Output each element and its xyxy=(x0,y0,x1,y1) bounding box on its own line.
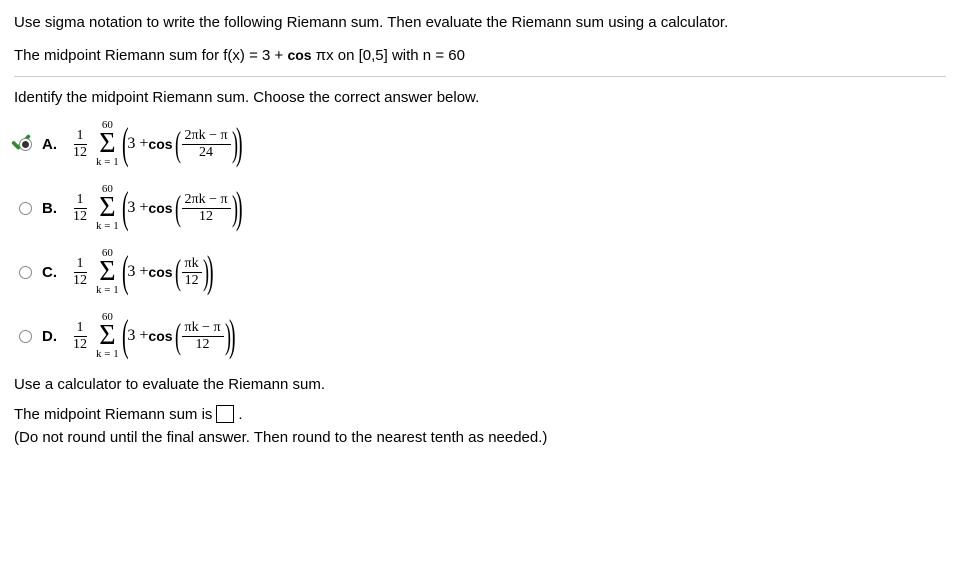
option-d[interactable]: D. 112 60Σk = 1 ( 3 + cos ( πk − π12 ) ) xyxy=(14,312,946,360)
sigma-icon: Σ xyxy=(99,323,115,348)
option-b[interactable]: B. 112 60Σk = 1 ( 3 + cos ( 2πk − π12 ) … xyxy=(14,184,946,232)
sigma-icon: Σ xyxy=(99,131,115,156)
option-letter-b: B. xyxy=(42,200,60,217)
eval-prompt: Use a calculator to evaluate the Riemann… xyxy=(14,376,946,393)
divider xyxy=(14,76,946,77)
question-intro: Use sigma notation to write the followin… xyxy=(14,12,946,33)
answer-line: The midpoint Riemann sum is . xyxy=(14,405,946,423)
formula-d: 112 60Σk = 1 ( 3 + cos ( πk − π12 ) ) xyxy=(68,312,234,359)
formula-b: 112 60Σk = 1 ( 3 + cos ( 2πk − π12 ) ) xyxy=(68,184,241,231)
sigma-icon: Σ xyxy=(99,259,115,284)
problem-prefix: The midpoint Riemann sum for f(x) = 3 + xyxy=(14,47,287,64)
problem-cos: cos xyxy=(287,47,311,63)
option-letter-a: A. xyxy=(42,136,60,153)
radio-b[interactable] xyxy=(19,202,32,215)
question-problem: The midpoint Riemann sum for f(x) = 3 + … xyxy=(14,45,946,66)
option-letter-d: D. xyxy=(42,328,60,345)
radio-d[interactable] xyxy=(19,330,32,343)
radio-a[interactable] xyxy=(19,138,32,151)
option-c[interactable]: C. 112 60Σk = 1 ( 3 + cos ( πk12 ) ) xyxy=(14,248,946,296)
option-a[interactable]: A. 112 60Σk = 1 ( 3 + cos ( 2πk − π24 ) … xyxy=(14,120,946,168)
answer-input[interactable] xyxy=(216,405,234,423)
option-letter-c: C. xyxy=(42,264,60,281)
formula-c: 112 60Σk = 1 ( 3 + cos ( πk12 ) ) xyxy=(68,248,212,295)
options-group: A. 112 60Σk = 1 ( 3 + cos ( 2πk − π24 ) … xyxy=(14,120,946,360)
sigma-icon: Σ xyxy=(99,195,115,220)
answer-suffix: . xyxy=(238,406,242,423)
formula-a: 112 60Σk = 1 ( 3 + cos ( 2πk − π24 ) ) xyxy=(68,120,241,167)
radio-c[interactable] xyxy=(19,266,32,279)
hint-text: (Do not round until the final answer. Th… xyxy=(14,429,946,446)
identify-prompt: Identify the midpoint Riemann sum. Choos… xyxy=(14,87,946,108)
answer-prefix: The midpoint Riemann sum is xyxy=(14,406,212,423)
problem-suffix: πx on [0,5] with n = 60 xyxy=(312,47,465,64)
